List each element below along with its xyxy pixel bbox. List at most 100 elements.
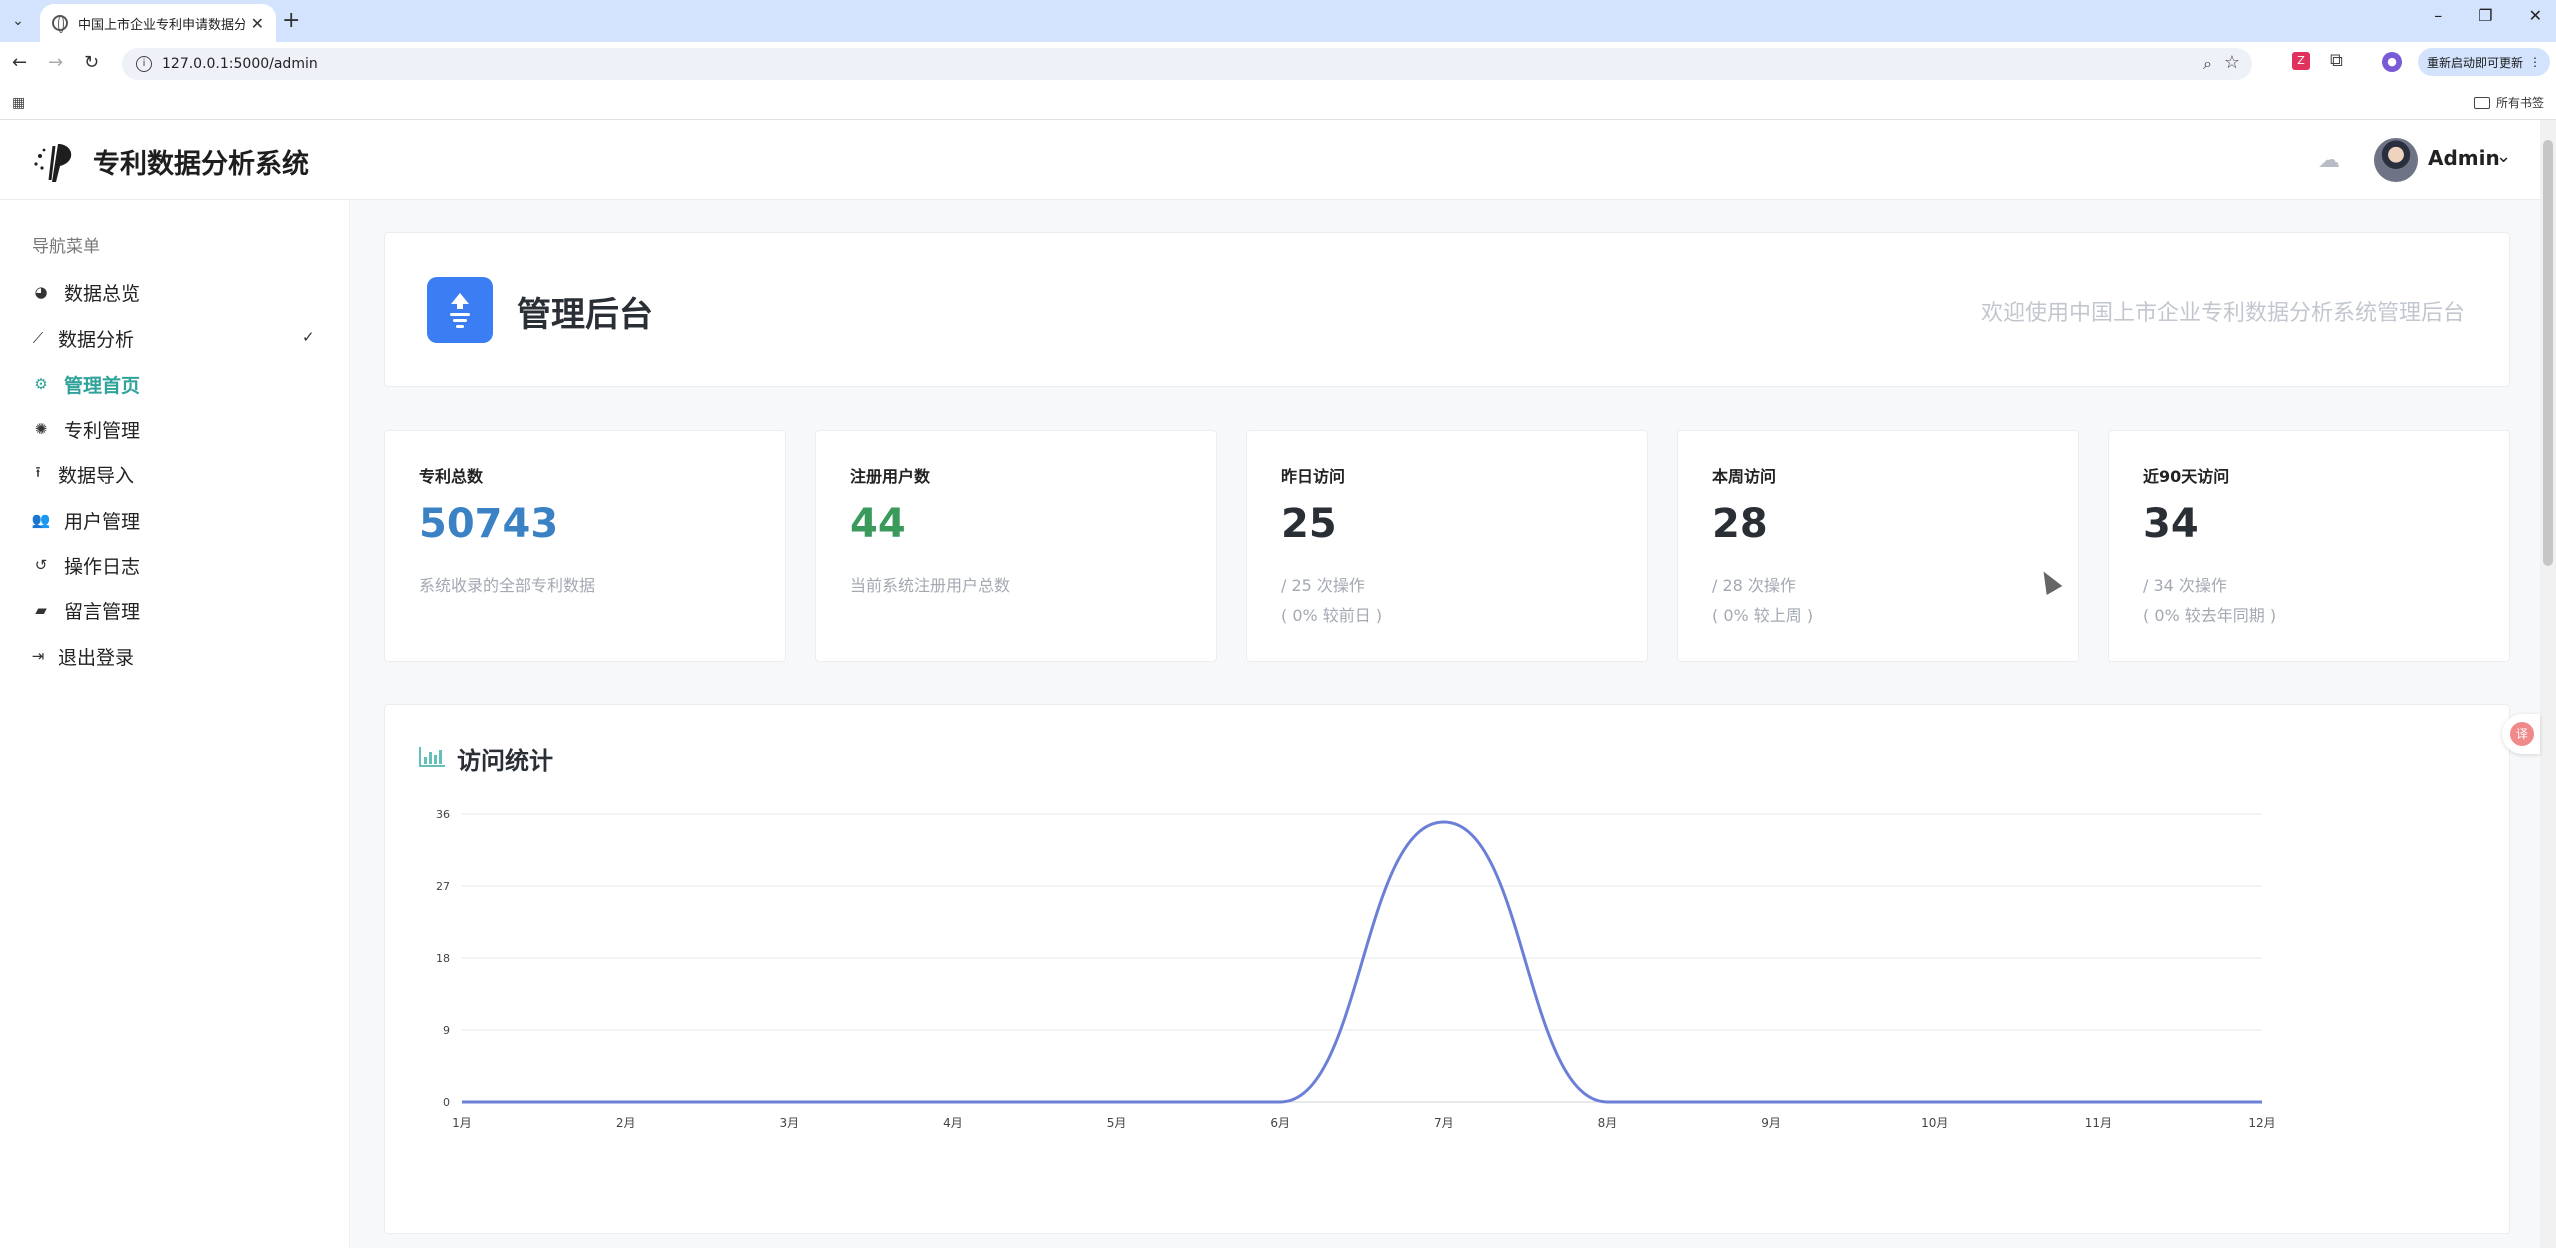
profile-icon[interactable]: ● [2382,52,2402,72]
update-label: 重新启动即可更新 [2426,55,2523,70]
y-tick-label: 36 [436,808,450,821]
x-tick-label: 4月 [943,1116,963,1130]
back-icon[interactable]: ← [12,52,27,73]
y-tick-label: 9 [443,1024,450,1037]
stat-card-90days: 近90天访问 34 / 34 次操作( 0% 较去年同期 ) [2108,430,2510,662]
admin-banner: 管理后台 欢迎使用中国上市企业专利数据分析系统管理后台 [384,232,2510,387]
notification-bell-icon[interactable]: ☁ [2318,148,2340,173]
bookmark-star-icon[interactable]: ☆ [2224,52,2240,73]
stat-label: 本周访问 [1712,467,1777,486]
pie-chart-icon: ◕ [34,283,48,301]
sidebar-item-label: 数据总览 [64,282,141,305]
all-bookmarks-label: 所有书签 [2495,96,2544,110]
sidebar-item-label: 退出登录 [58,646,135,669]
folder-icon [2473,96,2490,109]
line-chart-icon: ⟋ [32,329,44,347]
visit-line-chart: 0 9 18 27 36 1月 2月 3月 4月 5月 6月 7月 8月 9月 10月 11月 12月 [436,808,2276,1130]
upload-icon [427,277,493,343]
users-icon: 👥 [31,511,51,529]
sidebar-item-import[interactable]: ⭱ 数据导入 [30,458,134,490]
stat-card-yesterday: 昨日访问 25 / 25 次操作( 0% 较前日 ) [1246,430,1648,662]
extensions-puzzle-icon[interactable]: ⧉ [2330,50,2343,71]
sidebar-item-label: 数据导入 [58,464,135,487]
new-tab-icon[interactable]: + [282,8,300,33]
comments-icon: ▰ [35,601,47,619]
x-tick-label: 3月 [779,1116,799,1130]
stat-card-patents: 专利总数 50743 系统收录的全部专利数据 [384,430,786,662]
translate-float-button[interactable]: 译 [2502,714,2540,754]
tab-title: 中国上市企业专利申请数据分析 [78,17,245,33]
browser-tab[interactable]: 中国上市企业专利申请数据分析 ✕ [40,4,276,42]
main-content: 管理后台 欢迎使用中国上市企业专利数据分析系统管理后台 专利总数 50743 系… [350,200,2540,1248]
brand-title: 专利数据分析系统 [93,149,309,180]
bookmarks-bar: ▦ 所有书签 [0,86,2556,120]
sidebar-item-logs[interactable]: ↺ 操作日志 [30,549,140,581]
sidebar-item-logout[interactable]: ⇥ 退出登录 [30,640,134,672]
stat-value: 28 [1712,501,1768,547]
stat-label: 注册用户数 [850,467,931,486]
stat-value: 50743 [419,501,559,547]
history-icon: ↺ [34,556,48,574]
tab-search-icon[interactable]: ⌄ [6,10,30,32]
sidebar-item-messages[interactable]: ▰ 留言管理 [30,594,140,626]
sidebar-item-label: 留言管理 [64,600,141,623]
stat-card-users: 注册用户数 44 当前系统注册用户总数 [815,430,1217,662]
browser-tab-bar: ⌄ 中国上市企业专利申请数据分析 ✕ + – ❐ ✕ [0,0,2556,42]
sidebar-item-label: 数据分析 [58,328,135,351]
logo-icon [34,144,72,182]
site-info-icon[interactable]: i [136,56,152,72]
all-bookmarks-button[interactable]: 所有书签 [2473,94,2544,111]
x-tick-label: 8月 [1598,1116,1618,1130]
translate-icon: 译 [2510,722,2534,746]
url-text: 127.0.0.1:5000/admin [162,56,318,72]
app-header: 专利数据分析系统 ☁ Admin ⌄ [0,120,2540,200]
globe-icon [52,15,68,33]
x-tick-label: 5月 [1107,1116,1127,1130]
more-menu-icon: ⋮ [2529,55,2541,69]
stat-label: 近90天访问 [2143,467,2230,486]
apps-grid-icon[interactable]: ▦ [12,95,25,111]
address-bar: ← → ↻ i 127.0.0.1:5000/admin ⌕ ☆ [0,42,2556,86]
forward-icon[interactable]: → [48,52,63,73]
restore-icon[interactable]: ❐ [2478,6,2492,25]
sidebar-item-patents[interactable]: ✺ 专利管理 [30,413,140,445]
window-controls: – ❐ ✕ [2434,6,2542,25]
y-tick-label: 18 [436,952,450,965]
page-scrollbar[interactable] [2540,120,2556,1248]
welcome-text: 欢迎使用中国上市企业专利数据分析系统管理后台 [1980,301,2465,326]
x-tick-label: 10月 [1921,1116,1948,1130]
sidebar: 导航菜单 ◕ 数据总览 ⟋ 数据分析 ✓ ⚙ 管理首页 ✺ 专利管理 ⭱ 数据导… [0,200,350,1248]
x-tick-label: 6月 [1270,1116,1290,1130]
x-tick-label: 1月 [452,1116,472,1130]
x-tick-label: 9月 [1761,1116,1781,1130]
close-tab-icon[interactable]: ✕ [251,14,264,33]
stat-sub: / 28 次操作( 0% 较上周 ) [1712,576,1814,625]
sidebar-item-analysis[interactable]: ⟋ 数据分析 [30,322,134,354]
update-button[interactable]: 重新启动即可更新 ⋮ [2418,48,2550,76]
user-name[interactable]: Admin [2428,146,2500,170]
stat-label: 专利总数 [419,467,484,486]
x-tick-label: 11月 [2085,1116,2112,1130]
minimize-icon[interactable]: – [2434,6,2442,25]
page-title: 管理后台 [517,295,653,335]
url-input[interactable]: i 127.0.0.1:5000/admin ⌕ ☆ [122,48,2252,80]
sidebar-item-users[interactable]: 👥 用户管理 [30,504,140,536]
chevron-down-icon[interactable]: ✓ [302,328,315,346]
sidebar-item-overview[interactable]: ◕ 数据总览 [30,276,140,308]
zoom-icon[interactable]: ⌕ [2203,54,2212,74]
sign-out-icon: ⇥ [31,647,45,665]
stat-card-week: 本周访问 28 / 28 次操作( 0% 较上周 ) [1677,430,2079,662]
avatar[interactable] [2374,138,2418,182]
stat-label: 昨日访问 [1281,467,1346,486]
chevron-down-icon[interactable]: ⌄ [2496,146,2511,167]
sidebar-item-admin-home[interactable]: ⚙ 管理首页 [30,368,140,400]
extension-icon[interactable]: Z [2292,52,2310,70]
stat-value: 25 [1281,501,1337,547]
reload-icon[interactable]: ↻ [84,52,99,73]
close-window-icon[interactable]: ✕ [2529,6,2542,25]
sidebar-item-label: 管理首页 [64,374,141,397]
scroll-thumb[interactable] [2543,140,2553,566]
y-tick-label: 0 [443,1096,450,1109]
stat-value: 44 [850,501,906,547]
stat-sub: 系统收录的全部专利数据 [419,576,596,595]
